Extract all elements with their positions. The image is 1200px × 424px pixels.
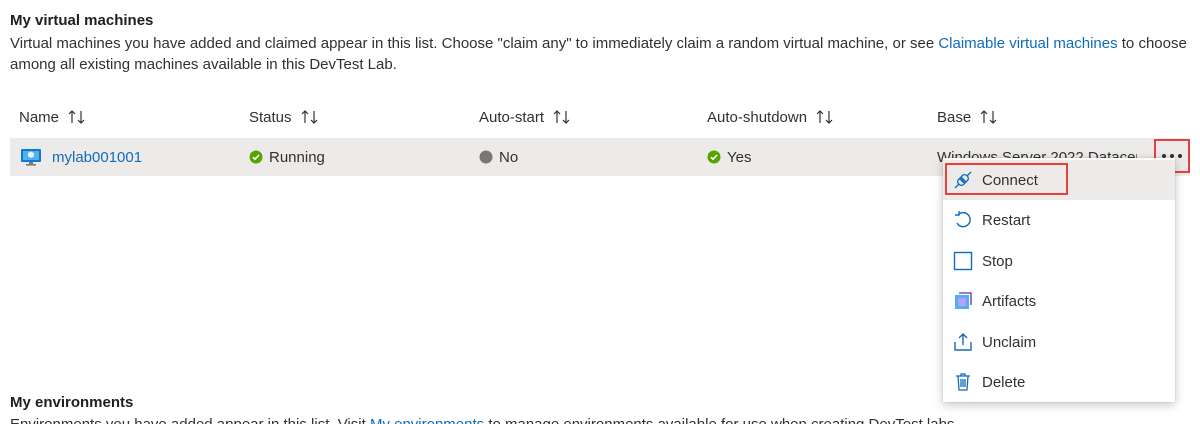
virtual-machine-icon — [21, 149, 41, 166]
auto-shutdown-cell: Yes — [707, 138, 751, 176]
column-header-auto-start[interactable]: Auto-start — [479, 106, 572, 128]
vm-section-title: My virtual machines — [10, 12, 154, 29]
env-section-description: Environments you have added appear in th… — [10, 414, 1190, 424]
column-header-auto-start-label: Auto-start — [479, 108, 545, 126]
status-cell: Running — [249, 138, 325, 176]
context-menu: Connect Restart Stop Artifacts Unclaim D… — [943, 158, 1175, 402]
column-header-base[interactable]: Base — [937, 106, 999, 128]
vm-section-description: Virtual machines you have added and clai… — [10, 33, 1190, 75]
sort-icon[interactable] — [67, 108, 87, 126]
menu-item-artifacts-label: Artifacts — [982, 292, 1037, 310]
stop-icon — [953, 251, 973, 271]
menu-item-delete[interactable]: Delete — [943, 362, 1175, 402]
menu-item-unclaim-label: Unclaim — [982, 333, 1037, 351]
name-cell: mylab001001 — [20, 138, 142, 176]
column-header-name-label: Name — [19, 108, 60, 126]
menu-item-restart[interactable]: Restart — [943, 200, 1175, 240]
plug-icon — [953, 170, 973, 190]
claimable-vms-link[interactable]: Claimable virtual machines — [938, 35, 1117, 52]
env-desc-text-2: to manage environments available for use… — [484, 416, 958, 424]
column-header-auto-shutdown[interactable]: Auto-shutdown — [707, 106, 835, 128]
sort-icon[interactable] — [300, 108, 320, 126]
gray-circle-icon — [479, 150, 493, 164]
menu-item-stop-label: Stop — [982, 252, 1013, 270]
sort-icon[interactable] — [552, 108, 572, 126]
menu-item-connect[interactable]: Connect — [943, 160, 1175, 200]
auto-start-value: No — [499, 148, 519, 166]
menu-item-unclaim[interactable]: Unclaim — [943, 322, 1175, 362]
sort-icon[interactable] — [979, 108, 999, 126]
column-header-status-label: Status — [249, 108, 292, 126]
menu-item-stop[interactable]: Stop — [943, 241, 1175, 281]
column-header-name[interactable]: Name — [19, 106, 87, 128]
restart-icon — [953, 210, 973, 230]
upload-icon — [953, 332, 973, 352]
vm-name-link[interactable]: mylab001001 — [52, 149, 142, 166]
menu-item-restart-label: Restart — [982, 211, 1031, 229]
env-section-title: My environments — [10, 394, 134, 411]
trash-icon — [953, 372, 973, 392]
menu-item-delete-label: Delete — [982, 373, 1026, 391]
menu-item-connect-label: Connect — [982, 171, 1038, 189]
vm-desc-text-1: Virtual machines you have added and clai… — [10, 35, 939, 52]
column-header-base-label: Base — [937, 108, 972, 126]
sort-icon[interactable] — [815, 108, 835, 126]
artifacts-icon — [953, 291, 973, 311]
env-desc-text-1: Environments you have added appear in th… — [10, 416, 370, 424]
check-circle-icon — [249, 150, 263, 164]
check-circle-icon — [707, 150, 721, 164]
auto-start-cell: No — [479, 138, 518, 176]
column-header-auto-shutdown-label: Auto-shutdown — [707, 108, 808, 126]
status-value: Running — [269, 148, 325, 166]
column-header-status[interactable]: Status — [249, 106, 320, 128]
menu-item-artifacts[interactable]: Artifacts — [943, 281, 1175, 321]
my-environments-link[interactable]: My environments — [370, 416, 484, 424]
auto-shutdown-value: Yes — [727, 148, 752, 166]
